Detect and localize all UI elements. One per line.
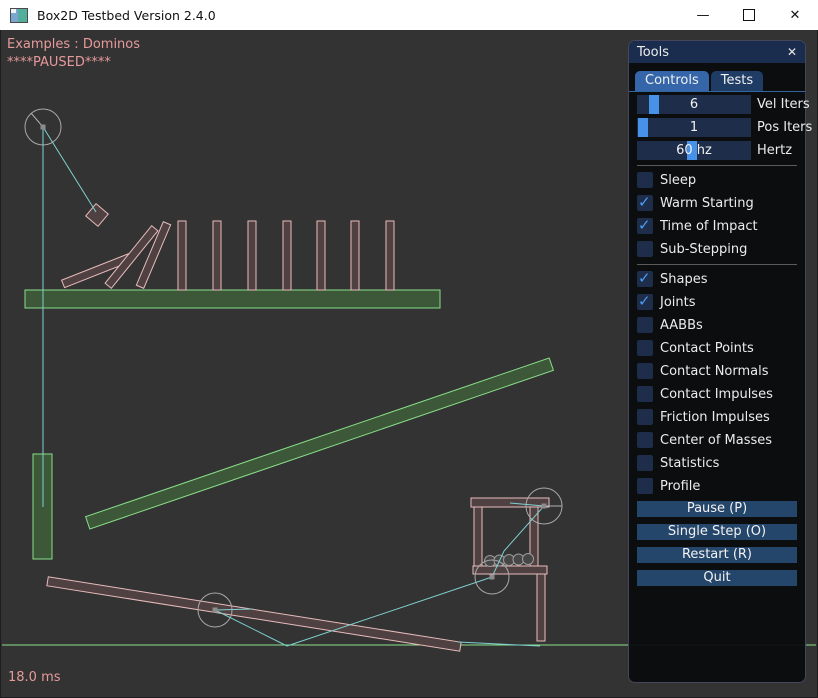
tab-tests[interactable]: Tests bbox=[711, 71, 763, 91]
separator bbox=[637, 264, 797, 265]
app-icon bbox=[10, 8, 28, 23]
checkbox-label: Joints bbox=[660, 295, 696, 310]
checkbox-joints[interactable] bbox=[637, 294, 653, 310]
restart-r-button[interactable]: Restart (R) bbox=[637, 547, 797, 563]
checkbox-row-warm-starting[interactable]: Warm Starting bbox=[637, 195, 797, 211]
checkbox-label: Contact Impulses bbox=[660, 387, 773, 402]
frame-left-post[interactable] bbox=[474, 507, 482, 567]
checkbox-label: Time of Impact bbox=[660, 219, 758, 234]
checkbox-center-of-masses[interactable] bbox=[637, 432, 653, 448]
slider-value: 1 bbox=[637, 118, 751, 137]
tools-panel: Tools ✕ ControlsTests 6Vel Iters 1Pos Ite… bbox=[628, 40, 806, 683]
checkbox-row-profile[interactable]: Profile bbox=[637, 478, 797, 494]
joint-line bbox=[43, 127, 96, 212]
checkbox-label: Warm Starting bbox=[660, 196, 754, 211]
slider-label: Pos Iters bbox=[757, 120, 812, 135]
checkbox-label: Contact Points bbox=[660, 341, 754, 356]
checkbox-aabbs[interactable] bbox=[637, 317, 653, 333]
checkbox-label: Sub-Stepping bbox=[660, 242, 747, 257]
tab-bar: ControlsTests bbox=[629, 63, 805, 92]
frame-time-label: 18.0 ms bbox=[8, 670, 61, 685]
close-icon[interactable]: ✕ bbox=[772, 0, 818, 30]
joint-anchor bbox=[41, 125, 46, 130]
client-area: Examples : Dominos ****PAUSED**** 18.0 m… bbox=[0, 30, 818, 698]
checkbox-label: Center of Masses bbox=[660, 433, 772, 448]
checkbox-label: Shapes bbox=[660, 272, 707, 287]
minimize-icon[interactable]: — bbox=[680, 0, 726, 30]
domino-platform bbox=[25, 290, 440, 308]
tab-controls[interactable]: Controls bbox=[635, 71, 709, 91]
checkbox-row-center-of-masses[interactable]: Center of Masses bbox=[637, 432, 797, 448]
checkbox-time-of-impact[interactable] bbox=[637, 218, 653, 234]
tools-panel-titlebar[interactable]: Tools ✕ bbox=[629, 41, 805, 63]
paused-label: ****PAUSED**** bbox=[7, 55, 111, 70]
example-label: Examples : Dominos bbox=[7, 37, 140, 52]
checkbox-label: Friction Impulses bbox=[660, 410, 770, 425]
checkbox-friction-impulses[interactable] bbox=[637, 409, 653, 425]
slider-value: 6 bbox=[637, 95, 751, 114]
standing-domino[interactable] bbox=[317, 221, 325, 290]
checkbox-row-sleep[interactable]: Sleep bbox=[637, 172, 797, 188]
pause-p-button[interactable]: Pause (P) bbox=[637, 501, 797, 517]
joint-anchor bbox=[542, 504, 547, 509]
single-step-o-button[interactable]: Single Step (O) bbox=[637, 524, 797, 540]
slider-row-vel-iters: 6Vel Iters bbox=[637, 95, 797, 114]
joint-anchor bbox=[490, 575, 495, 580]
checkbox-sub-stepping[interactable] bbox=[637, 241, 653, 257]
tools-panel-title: Tools bbox=[637, 45, 669, 60]
checkbox-contact-impulses[interactable] bbox=[637, 386, 653, 402]
standing-domino[interactable] bbox=[213, 221, 221, 290]
checkbox-label: Profile bbox=[660, 479, 700, 494]
slider-row-hertz: 60 hz Hertz bbox=[637, 141, 797, 160]
joint-anchor bbox=[213, 608, 218, 613]
checkbox-row-contact-impulses[interactable]: Contact Impulses bbox=[637, 386, 797, 402]
standing-domino[interactable] bbox=[283, 221, 291, 290]
checkbox-contact-points[interactable] bbox=[637, 340, 653, 356]
checkbox-sleep[interactable] bbox=[637, 172, 653, 188]
checkbox-row-contact-normals[interactable]: Contact Normals bbox=[637, 363, 797, 379]
checkbox-shapes[interactable] bbox=[637, 271, 653, 287]
checkbox-label: Statistics bbox=[660, 456, 719, 471]
app-window: Box2D Testbed Version 2.4.0 — ✕ Examples… bbox=[0, 0, 818, 698]
window-controls: — ✕ bbox=[680, 0, 818, 30]
frame-shelf[interactable] bbox=[473, 566, 547, 574]
maximize-icon[interactable] bbox=[726, 0, 772, 30]
checkbox-row-time-of-impact[interactable]: Time of Impact bbox=[637, 218, 797, 234]
checkbox-row-contact-points[interactable]: Contact Points bbox=[637, 340, 797, 356]
checkbox-row-aabbs[interactable]: AABBs bbox=[637, 317, 797, 333]
quit-button[interactable]: Quit bbox=[637, 570, 797, 586]
standing-domino[interactable] bbox=[248, 221, 256, 290]
seesaw-plank[interactable] bbox=[47, 577, 461, 651]
slider-value: 60 hz bbox=[637, 141, 751, 160]
checkbox-row-shapes[interactable]: Shapes bbox=[637, 271, 797, 287]
standing-domino[interactable] bbox=[386, 221, 394, 290]
slider-row-pos-iters: 1Pos Iters bbox=[637, 118, 797, 137]
standing-domino[interactable] bbox=[351, 221, 359, 290]
checkbox-contact-normals[interactable] bbox=[637, 363, 653, 379]
checkbox-label: AABBs bbox=[660, 318, 703, 333]
frame-lower-post[interactable] bbox=[537, 574, 545, 641]
separator bbox=[637, 165, 797, 166]
checkbox-row-friction-impulses[interactable]: Friction Impulses bbox=[637, 409, 797, 425]
maximize-glyph bbox=[743, 9, 755, 21]
tools-panel-body: 6Vel Iters 1Pos Iters 60 hz Hertz Sleep Warm… bbox=[629, 92, 805, 586]
tools-close-icon[interactable]: ✕ bbox=[787, 45, 797, 59]
checkbox-label: Contact Normals bbox=[660, 364, 769, 379]
checkbox-row-joints[interactable]: Joints bbox=[637, 294, 797, 310]
checkbox-statistics[interactable] bbox=[637, 455, 653, 471]
window-title: Box2D Testbed Version 2.4.0 bbox=[37, 8, 216, 23]
checkbox-warm-starting[interactable] bbox=[637, 195, 653, 211]
standing-domino[interactable] bbox=[178, 221, 186, 290]
slider-label: Vel Iters bbox=[757, 97, 810, 112]
checkbox-row-sub-stepping[interactable]: Sub-Stepping bbox=[637, 241, 797, 257]
checkbox-row-statistics[interactable]: Statistics bbox=[637, 455, 797, 471]
pendulum-box[interactable] bbox=[86, 204, 109, 227]
checkbox-profile[interactable] bbox=[637, 478, 653, 494]
checkbox-label: Sleep bbox=[660, 173, 696, 188]
window-titlebar: Box2D Testbed Version 2.4.0 — ✕ bbox=[0, 0, 818, 30]
shelf-ball[interactable] bbox=[523, 554, 534, 565]
slider-label: Hertz bbox=[757, 143, 792, 158]
